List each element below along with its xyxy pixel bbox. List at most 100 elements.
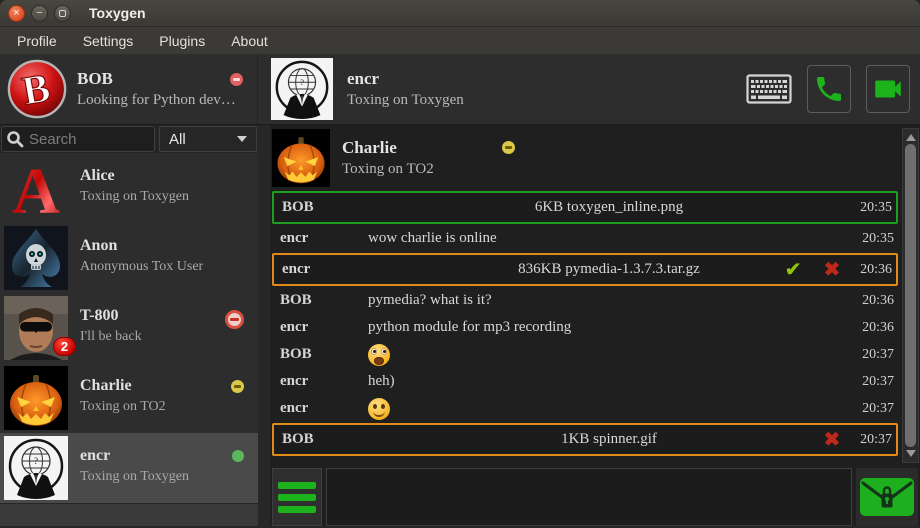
message-input[interactable] [326,468,852,526]
message-time: 20:35 [848,200,896,216]
contact-status-message: I'll be back [80,329,254,345]
message-row: BOB 20:37 [272,341,898,368]
call-controls [746,54,920,124]
minimize-button[interactable]: − [31,5,48,22]
contact-name: Alice [80,167,254,185]
chevron-down-icon [237,136,247,142]
voice-call-button[interactable] [807,65,851,113]
keyboard-icon [746,74,792,104]
online-status-icon [232,450,244,462]
message-time: 20:37 [850,347,898,363]
contact-name: Charlie [80,377,254,395]
encrypted-send-icon [859,477,915,517]
contact-avatar [4,366,68,430]
active-peer-section: ? encr Toxing on Toxygen [258,54,746,124]
menu-item-plugins[interactable]: Plugins [146,29,218,53]
message-row: encr heh) 20:37 [272,368,898,395]
fearful-smiley-icon [368,344,390,366]
message-text: 1KB spinner.gif [370,431,848,448]
close-button[interactable]: × [8,5,25,22]
message-text: wow charlie is online [368,230,850,247]
svg-text:A: A [12,156,60,220]
message-time: 20:36 [850,320,898,336]
active-peer-name: encr [347,69,379,89]
message-text: python module for mp3 recording [368,319,850,336]
decline-file-icon[interactable]: ✖ [823,260,840,280]
accept-file-icon[interactable]: ✔ [784,260,801,280]
contact-filter-value: All [169,131,186,148]
send-button[interactable] [856,468,918,526]
contact-list: A Alice Toxing on Toxygen Anon Anonymous… [0,153,258,503]
contact-avatar: ? [4,436,68,500]
decline-file-icon[interactable]: ✖ [823,430,840,450]
maximize-button[interactable] [54,5,71,22]
chat-scrollbar[interactable] [902,128,919,463]
message-text: 6KB toxygen_inline.png [370,199,848,216]
chat-peer-name: Charlie [342,138,434,158]
top-strip: B BOB Looking for Python dev… ? encr Tox… [0,54,920,125]
contact-info: Anon Anonymous Tox User [80,237,254,275]
phone-icon [813,73,845,105]
message-time: 20:37 [850,401,898,417]
message-author: BOB [272,346,368,363]
video-call-button[interactable] [866,65,910,113]
contact-avatar: A [4,156,68,220]
search-icon [6,130,24,148]
message-author: encr [272,373,368,390]
contacts-panel: All A Alice Toxing on Toxygen Anon Anony… [0,125,258,526]
search-box [1,126,155,152]
message-row: encr wow charlie is online 20:35 [272,225,898,252]
contact-status-message: Anonymous Tox User [80,259,254,275]
message-author: BOB [272,292,368,309]
menubar: ProfileSettingsPluginsAbout [0,27,920,54]
attachment-menu-button[interactable] [272,468,322,526]
window-title: Toxygen [89,5,146,21]
message-author: BOB [274,199,370,216]
contact-row-anon[interactable]: Anon Anonymous Tox User [0,223,258,293]
self-profile-info: BOB Looking for Python dev… [77,69,249,109]
contact-avatar [4,226,68,290]
message-time: 20:36 [850,293,898,309]
away-status-icon [231,380,244,393]
svg-text:?: ? [300,77,304,87]
scroll-down-arrow-icon[interactable] [906,450,916,457]
contact-status-message: Toxing on Toxygen [80,469,254,485]
message-text [368,398,850,420]
contact-row-t-800[interactable]: T-800 I'll be back 2 [0,293,258,363]
self-status-message: Looking for Python dev… [77,92,249,109]
self-avatar[interactable]: B [6,58,68,120]
message-row: encr 836KB pymedia-1.3.7.3.tar.gz ✔ ✖ 20:… [272,253,898,286]
search-input[interactable] [2,129,154,150]
scroll-up-arrow-icon[interactable] [906,134,916,141]
busy-status-icon [225,310,244,329]
active-peer-avatar: ? [271,58,333,120]
message-time: 20:36 [848,262,896,278]
titlebar: × − Toxygen [0,0,920,27]
message-list: BOB 6KB toxygen_inline.png 20:35 encr wo… [272,190,898,466]
svg-text:?: ? [34,456,38,466]
message-row: encr python module for mp3 recording 20:… [272,314,898,341]
app-window: × − Toxygen ProfileSettingsPluginsAbout … [0,0,920,528]
contact-list-filler [0,503,258,526]
scrollbar-thumb[interactable] [905,144,916,447]
menu-item-about[interactable]: About [218,29,281,53]
self-name: BOB [77,69,113,89]
contact-row-charlie[interactable]: Charlie Toxing on TO2 [0,363,258,433]
menu-item-settings[interactable]: Settings [70,29,147,53]
contact-name: encr [80,447,254,465]
contact-row-alice[interactable]: A Alice Toxing on Toxygen [0,153,258,223]
menu-item-profile[interactable]: Profile [4,29,70,53]
panel-divider [258,125,270,526]
typing-indicator-button[interactable] [746,74,792,104]
message-author: encr [274,261,370,278]
message-row: BOB pymedia? what is it? 20:36 [272,287,898,314]
message-text: 836KB pymedia-1.3.7.3.tar.gz [370,261,848,278]
app-body: All A Alice Toxing on Toxygen Anon Anony… [0,125,920,526]
contact-row-encr[interactable]: ? encr Toxing on Toxygen [0,433,258,503]
message-author: encr [272,319,368,336]
message-author: BOB [274,431,370,448]
hamburger-icon [278,482,316,489]
contact-filter-dropdown[interactable]: All [159,126,257,152]
message-row: encr 20:37 [272,395,898,422]
contact-info: Alice Toxing on Toxygen [80,167,254,205]
